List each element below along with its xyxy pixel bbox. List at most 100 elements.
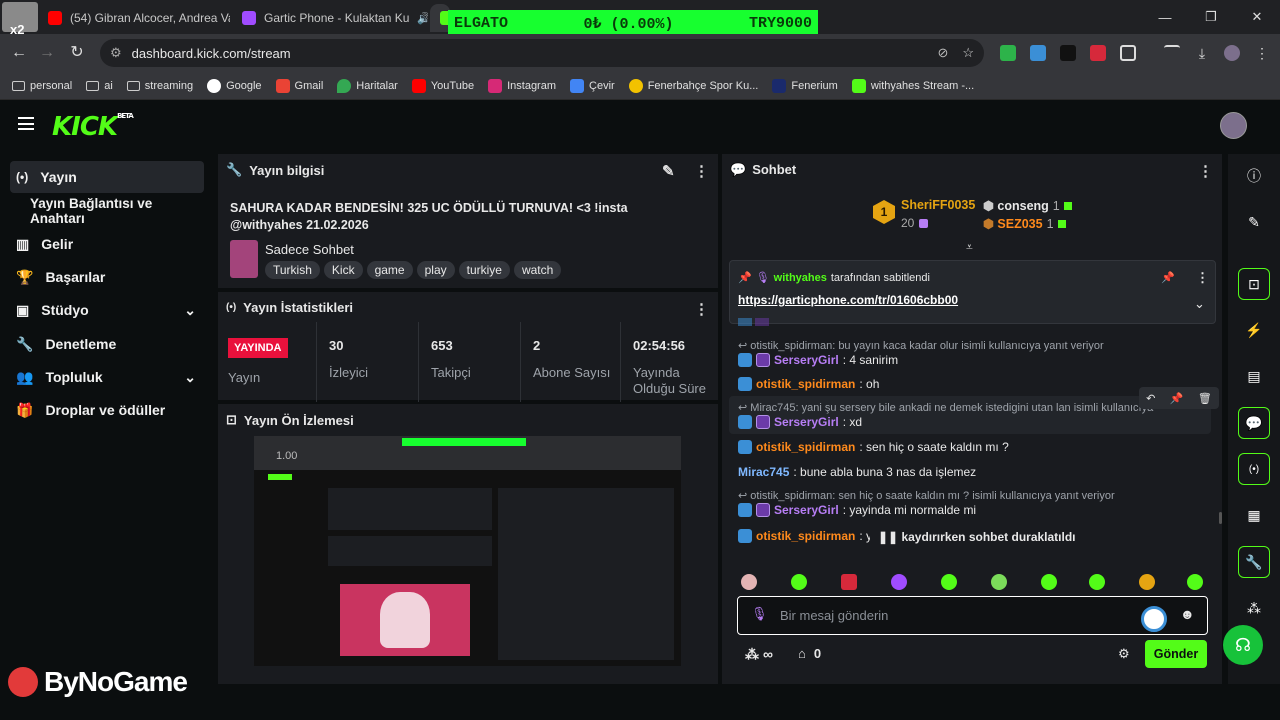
store-button[interactable]: ⌂ 0 — [798, 646, 821, 661]
chat-input[interactable]: Bir mesaj gönderin — [780, 608, 888, 623]
layout-icon[interactable]: ▦ — [1238, 499, 1270, 531]
emote-icon[interactable] — [741, 574, 757, 590]
bookmark-personal[interactable]: personal — [12, 80, 72, 92]
shield-icon[interactable] — [1000, 45, 1016, 61]
sidebar-item-basarilar[interactable]: 🏆 Başarılar — [10, 261, 204, 293]
sidebar-item-yayin[interactable]: (•) Yayın — [10, 161, 204, 193]
chat-username[interactable]: otistik_spidirman — [756, 440, 855, 454]
chat-icon[interactable]: 💬 — [1238, 407, 1270, 439]
download-icon[interactable]: ⤓ — [1194, 45, 1210, 61]
tag[interactable]: Kick — [323, 261, 363, 279]
reload-icon[interactable]: ↻ — [66, 42, 88, 64]
preview-video[interactable]: 1.00 — [254, 436, 681, 666]
minimize-icon[interactable]: — — [1142, 0, 1188, 34]
edit-icon[interactable]: ✎ — [662, 162, 675, 180]
emote-icon[interactable] — [1139, 574, 1155, 590]
address-bar[interactable]: ⚙ dashboard.kick.com/stream ⊘ ☆ — [100, 39, 984, 67]
category-name[interactable]: Sadece Sohbet — [265, 242, 354, 257]
emote-icon[interactable] — [991, 574, 1007, 590]
chat-scrollbar[interactable] — [1219, 512, 1222, 524]
notes-icon[interactable]: ▤ — [1238, 360, 1270, 392]
emote-icon[interactable] — [791, 574, 807, 590]
chat-username[interactable]: SerseryGirl — [774, 503, 839, 517]
tab-youtube[interactable]: (54) Gibran Alcocer, Andrea Van✕ — [38, 4, 230, 32]
chat-paused-banner[interactable]: ❚❚ kaydırırken sohbet duraklatıldı — [870, 526, 1084, 550]
chevron-down-icon[interactable]: ⌄ — [184, 302, 196, 319]
bookmark-instagram[interactable]: Instagram — [488, 78, 556, 93]
mic-icon[interactable]: 🎙 — [751, 606, 768, 622]
more-icon[interactable]: ⋮ — [1198, 162, 1213, 180]
bookmark-translate[interactable]: Çevir — [570, 78, 615, 93]
chat-username[interactable]: Mirac745 — [738, 465, 789, 479]
profile-icon[interactable] — [1224, 45, 1240, 61]
bookmark-streaming[interactable]: streaming — [126, 80, 193, 92]
tag[interactable]: watch — [513, 261, 562, 279]
broadcast-icon[interactable]: (•) — [1238, 453, 1270, 485]
send-button[interactable]: Gönder — [1145, 640, 1207, 668]
extension-blue-icon[interactable] — [1030, 45, 1046, 61]
camera-off-icon[interactable]: ⊘ — [937, 45, 948, 61]
bookmark-youtube[interactable]: YouTube — [411, 78, 474, 93]
emote-icon[interactable] — [941, 574, 957, 590]
sidebar-item-topluluk[interactable]: 👥 Topluluk ⌄ — [10, 361, 204, 393]
emote-icon[interactable] — [841, 574, 857, 590]
bookmark-gmail[interactable]: Gmail — [275, 78, 323, 93]
emoji-icon[interactable]: ☻ — [1180, 606, 1195, 622]
chat-username[interactable]: SerseryGirl — [774, 353, 839, 367]
info-icon[interactable]: ⓘ — [1238, 160, 1270, 192]
share-icon[interactable]: ⁂ — [1238, 592, 1270, 624]
more-icon[interactable]: ⋮ — [694, 300, 709, 318]
emote-icon[interactable] — [1187, 574, 1203, 590]
unpin-icon[interactable]: 📌 — [1161, 271, 1175, 284]
pinned-link[interactable]: https://garticphone.com/tr/01606cbb00 — [738, 293, 958, 307]
lightning-icon[interactable]: ⚡ — [1238, 314, 1270, 346]
gifter-3-name[interactable]: ⬢ SEZ035 1 — [983, 216, 1066, 231]
forward-icon[interactable]: → — [36, 42, 58, 64]
chat-username[interactable]: otistik_spidirman — [756, 529, 855, 543]
bookmark-ai[interactable]: ai — [86, 80, 113, 92]
speaker-icon[interactable]: 🔊 — [417, 12, 428, 25]
menu-icon[interactable]: ⋮ — [1254, 45, 1270, 61]
tab-kick[interactable] — [430, 4, 450, 32]
bookmark-maps[interactable]: Haritalar — [337, 78, 398, 93]
emote-icon[interactable] — [1041, 574, 1057, 590]
emote-icon[interactable] — [1089, 574, 1105, 590]
hamburger-icon[interactable] — [18, 117, 34, 130]
chevron-down-icon[interactable]: ⌄ — [1194, 296, 1205, 312]
more-icon[interactable]: ⋮ — [1196, 270, 1209, 286]
sidebar-item-stream-key[interactable]: Yayın Bağlantısı ve Anahtarı — [10, 195, 204, 227]
chevron-down-icon[interactable]: ⌄ — [184, 369, 196, 386]
chat-username[interactable]: otistik_spidirman — [756, 377, 855, 391]
gifter-2-name[interactable]: ⬢ conseng 1 — [983, 198, 1072, 213]
emote-icon[interactable] — [891, 574, 907, 590]
delete-icon[interactable]: 🗑 — [1198, 392, 1212, 405]
tag[interactable]: game — [366, 261, 413, 279]
tag[interactable]: play — [416, 261, 455, 279]
kick-logo[interactable]: KICKBETA — [52, 112, 134, 142]
sidebar-item-denetleme[interactable]: 🔧 Denetleme — [10, 328, 204, 360]
bookmark-withyahes[interactable]: withyahes Stream -... — [851, 78, 974, 93]
support-icon[interactable]: ☊ — [1223, 625, 1263, 665]
close-window-icon[interactable]: ✕ — [1234, 0, 1280, 34]
category-thumbnail[interactable] — [230, 240, 258, 278]
sidebar-item-droplar[interactable]: 🎁 Droplar ve ödüller — [10, 394, 204, 426]
wrench-icon[interactable]: 🔧 — [1238, 546, 1270, 578]
maximize-icon[interactable]: ❐ — [1188, 0, 1234, 34]
user-avatar[interactable] — [1220, 112, 1247, 139]
tab-gartic[interactable]: Gartic Phone - Kulaktan Ku🔊✕ — [232, 4, 428, 32]
sidebar-item-gelir[interactable]: ▥ Gelir — [10, 228, 204, 260]
tag[interactable]: turkiye — [458, 261, 510, 279]
bookmark-fenerium[interactable]: Fenerium — [772, 78, 838, 93]
back-icon[interactable]: ← — [8, 42, 30, 64]
extension-dark-icon[interactable] — [1060, 45, 1076, 61]
reply-icon[interactable]: ↶ — [1146, 392, 1155, 405]
bookmark-fenerbahce[interactable]: Fenerbahçe Spor Ku... — [628, 78, 758, 93]
assistant-icon[interactable] — [1141, 606, 1167, 632]
preview-icon[interactable]: ⊡ — [1238, 268, 1270, 300]
edit-icon[interactable]: ✎ — [1238, 206, 1270, 238]
more-icon[interactable]: ⋮ — [694, 162, 709, 180]
site-info-icon[interactable]: ⚙ — [110, 45, 122, 61]
expand-leaderboard-icon[interactable]: ⩡ — [966, 240, 973, 255]
media-icon[interactable] — [1164, 45, 1180, 61]
bookmark-google[interactable]: Google — [207, 78, 262, 93]
